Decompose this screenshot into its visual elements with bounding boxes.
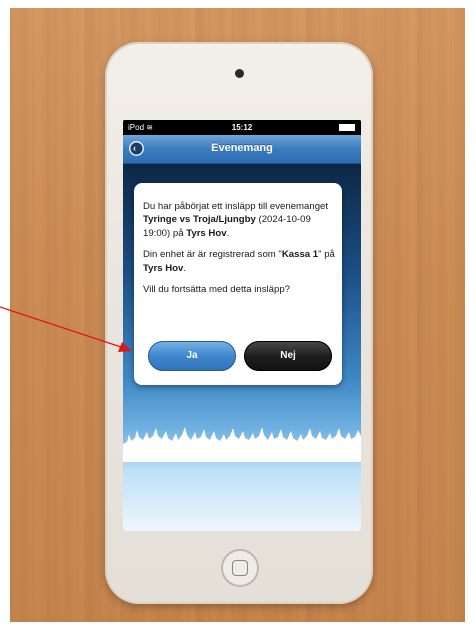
annotation-arrow-icon [0,306,132,352]
